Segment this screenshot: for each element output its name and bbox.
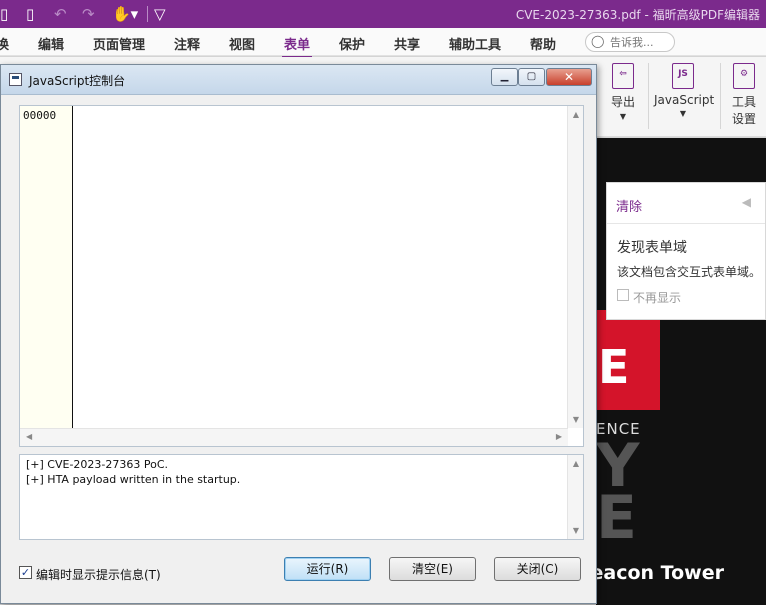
maximize-button[interactable]: ▢ [518,68,545,86]
redo-icon[interactable]: ↷ [82,5,95,23]
show-hint-checkbox[interactable]: ✓ [19,566,32,579]
export-icon: ⇦ [612,63,634,89]
dont-show-checkbox[interactable] [617,289,629,301]
minimize-button[interactable]: ▁ [491,68,518,86]
scroll-down-icon[interactable]: ▼ [568,526,584,535]
javascript-console-dialog: JavaScript控制台 ▁ ▢ ✕ 00000 ▲ ▼ ◀ ▶ [+] CV… [0,64,597,604]
close-icon[interactable]: ✕ [546,68,592,86]
document-letter: E [598,340,630,394]
window-title: CVE-2023-27363.pdf - 福昕高级PDF编辑器 [515,8,760,22]
export-label: 导出 [610,95,635,109]
scroll-down-icon[interactable]: ▼ [568,415,584,424]
tool-settings-label: 工具 [731,95,756,109]
menu-edit[interactable]: 编辑 [38,34,64,53]
menu-view[interactable]: 视图 [229,34,255,53]
close-button[interactable]: 关闭(C) [494,557,581,581]
new-file-icon[interactable]: ▯ [26,5,34,23]
menu-protect[interactable]: 保护 [339,34,365,53]
tool-settings-button[interactable]: ⚙ 工具 设置 [726,63,762,127]
collapse-icon[interactable]: ◀ [742,195,751,209]
menu-accessibility[interactable]: 辅助工具 [449,34,501,53]
undo-icon[interactable]: ↶ [54,5,67,23]
toolbar-divider [147,6,148,22]
editor-vertical-scrollbar[interactable]: ▲ ▼ [567,106,583,428]
menu-bar: 换 编辑 页面管理 注释 视图 表单 保护 共享 辅助工具 帮助 ◯ [0,28,766,58]
console-output[interactable]: [+] CVE-2023-27363 PoC. [+] HTA payload … [19,454,584,540]
clear-link[interactable]: 清除 [616,196,642,215]
show-hint-label: 编辑时显示提示信息(T) [36,568,161,582]
tell-me-input[interactable] [610,35,670,49]
dialog-title: JavaScript控制台 [29,74,126,88]
script-editor[interactable]: 00000 ▲ ▼ ◀ ▶ [19,105,584,447]
chevron-down-icon: ▼ [619,112,627,121]
export-button[interactable]: ⇦ 导出 ▼ [606,63,640,121]
scroll-left-icon[interactable]: ◀ [26,432,32,441]
javascript-label: JavaScript [654,93,715,107]
javascript-icon: JS [672,63,694,89]
scroll-up-icon[interactable]: ▲ [568,459,584,468]
line-number-gutter: 00000 [20,106,73,428]
output-line: [+] CVE-2023-27363 PoC. [26,458,169,471]
chevron-down-icon: ▼ [679,109,687,118]
scroll-right-icon[interactable]: ▶ [556,432,562,441]
document-graphic: E [590,310,660,410]
tool-settings-label-2: 设置 [731,112,756,126]
menu-form[interactable]: 表单 [281,34,313,58]
panel-divider [607,223,765,224]
scroll-up-icon[interactable]: ▲ [568,110,584,119]
settings-icon: ⚙ [733,63,755,89]
ribbon-divider [648,63,649,129]
menu-share[interactable]: 共享 [394,34,420,53]
line-number: 00000 [23,109,57,122]
document-big-text: YE [596,431,640,553]
dialog-title-bar[interactable]: JavaScript控制台 ▁ ▢ ✕ [1,65,596,95]
tell-me-box[interactable]: ◯ [585,32,675,52]
menu-comment[interactable]: 注释 [174,34,200,53]
app-title-bar: ▯ ▯ ↶ ↷ ✋▾ ▽ CVE-2023-27363.pdf - 福昕高级PD… [0,0,766,28]
customize-dropdown-icon[interactable]: ▽ [154,5,166,23]
lightbulb-icon: ◯ [591,34,605,48]
dont-show-label: 不再显示 [633,291,682,305]
output-vertical-scrollbar[interactable]: ▲ ▼ [567,455,583,539]
ribbon-divider [720,63,721,129]
editor-horizontal-scrollbar[interactable]: ◀ ▶ [20,428,568,446]
output-line: [+] HTA payload written in the startup. [26,473,241,486]
panel-description: 该文档包含交互式表单域。 [617,265,762,279]
hand-tool-icon[interactable]: ✋▾ [112,5,138,23]
menu-convert[interactable]: 换 [0,34,9,53]
menu-page-management[interactable]: 页面管理 [93,34,145,53]
run-button[interactable]: 运行(R) [284,557,371,581]
menu-help[interactable]: 帮助 [530,34,556,53]
javascript-button[interactable]: JS JavaScript ▼ [654,63,715,118]
new-document-icon[interactable]: ▯ [0,5,8,23]
form-notification-panel: 清除 ◀ 发现表单域 该文档包含交互式表单域。 不再显示 [606,182,766,320]
clear-button[interactable]: 清空(E) [389,557,476,581]
console-app-icon [9,73,22,86]
panel-heading: 发现表单域 [617,240,687,256]
